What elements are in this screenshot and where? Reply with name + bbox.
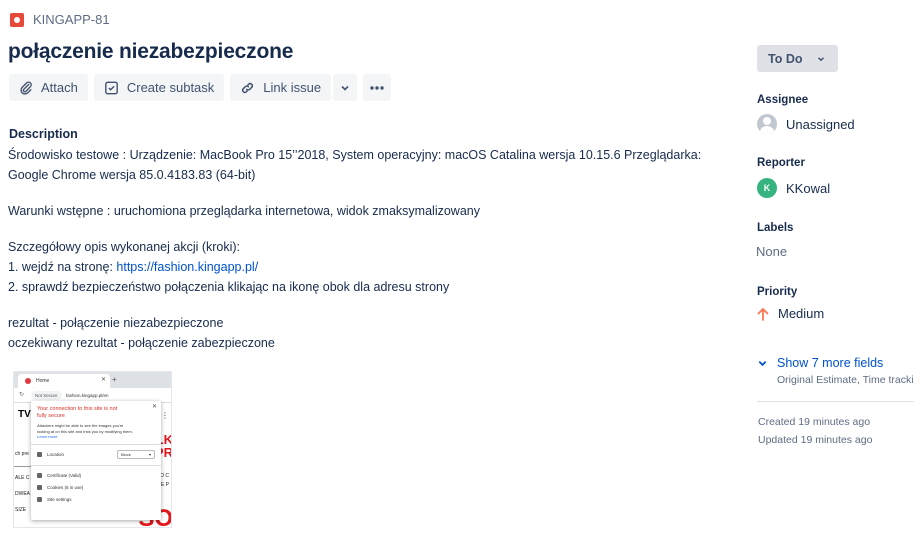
certificate-icon [37,473,42,478]
thumb-separator [31,464,161,466]
thumb-not-secure-badge: Not Secure [31,391,62,400]
issue-key[interactable]: KINGAPP-81 [33,12,110,27]
chevron-down-icon [758,360,767,366]
preconditions-text: Warunki wstępne : uruchomiona przeglądar… [8,204,480,218]
link-icon [242,82,254,93]
thumb-warning: Your connection to this site is not full… [37,406,118,419]
show-more-fields-button[interactable]: Show 7 more fields [757,356,883,370]
thumb-site-settings-label: Site settings [47,497,72,502]
issue-toolbar: Attach Create subtask Link issue [9,74,392,101]
reporter-field[interactable]: K KKowal [757,178,830,198]
thumb-separator [31,443,161,445]
more-icon [370,85,384,90]
thumb-url: fashion.kingapp.pl/en [66,393,109,398]
attach-label: Attach [41,80,78,95]
thumb-text-1: ch pre [15,451,29,457]
location-icon [37,452,42,457]
step-2-text: 2. sprawdź bezpieczeństwo połączenia kli… [8,280,450,294]
close-icon: ✕ [151,404,157,410]
priority-value: Medium [778,306,825,321]
thumb-tab: Home ✕ [18,374,110,388]
step-1-prefix: 1. wejdź na stronę: [8,260,117,274]
thumb-learn-more: Learn more [37,434,58,439]
updated-timestamp: Updated 19 minutes ago [758,434,873,446]
chevron-down-icon: ▾ [148,452,151,457]
more-actions-button[interactable] [363,74,392,101]
labels-label: Labels [757,222,794,234]
thumb-location-label: Location [47,452,65,457]
assignee-field[interactable]: Unassigned [757,114,855,134]
results-block: rezultat - połączenie niezabezpieczone o… [8,313,728,353]
thumb-site-settings-row: Site settings [37,494,155,506]
thumb-text-2: ALE C [15,475,30,481]
thumb-tab-title: Home [36,378,50,384]
issue-key-breadcrumb[interactable]: KINGAPP-81 [10,12,110,27]
thumb-menu-icon: ⋮ [161,411,169,420]
reporter-value: KKowal [786,180,831,196]
thumb-security-popup: ✕ Your connection to this site is not fu… [31,401,161,520]
description-heading: Description [9,127,78,141]
steps-heading: Szczegółowy opis wykonanej akcji (kroki)… [8,240,241,254]
thumb-cookies-label: Cookies (6 in use) [47,485,84,490]
thumb-block-select: Block ▾ [117,450,155,459]
assignee-value: Unassigned [786,116,855,132]
thumb-logo: TV [18,409,31,420]
chevron-down-icon [341,85,349,91]
gear-icon [37,497,42,502]
arrow-up-icon [757,307,769,321]
create-subtask-button[interactable]: Create subtask [93,74,225,101]
sidebar-divider [757,401,914,402]
priority-field[interactable]: Medium [757,306,824,321]
link-issue-button[interactable]: Link issue [230,74,332,101]
reporter-avatar: K [757,178,777,198]
unassigned-avatar-icon [757,114,777,134]
show-more-subtitle: Original Estimate, Time tracking [777,374,914,386]
link-issue-dropdown-button[interactable] [333,74,358,101]
create-subtask-label: Create subtask [126,80,215,95]
thumb-warning-detail: Attackers might be able to see the image… [37,423,137,440]
actual-result: rezultat - połączenie niezabezpieczone [8,316,224,330]
link-issue-group: Link issue [230,74,358,101]
status-dropdown-button[interactable]: To Do [757,45,838,72]
chevron-down-icon [818,56,825,61]
thumb-tab-strip: Home ✕ + [14,372,171,388]
thumb-divider [14,466,32,467]
labels-value[interactable]: None [756,244,787,259]
attachment-thumbnail[interactable]: Home ✕ + ↻ Not Secure fashion.kingapp.pl… [13,371,172,528]
reporter-label: Reporter [757,157,805,169]
thumb-certificate-row: Certificate (Valid) [37,470,155,482]
priority-label: Priority [757,286,798,298]
thumb-warning-text: Attackers might be able to see the image… [37,423,133,434]
created-timestamp: Created 19 minutes ago [758,416,871,428]
link-issue-label: Link issue [263,80,322,95]
thumb-text-4: SIZE [15,507,27,513]
thumb-certificate-label: Certificate (Valid) [47,473,82,478]
steps-block: Szczegółowy opis wykonanej akcji (kroki)… [8,237,728,297]
reload-icon: ↻ [19,392,25,398]
thumb-cookies-row: Cookies (6 in use) [37,482,155,494]
show-more-label: Show 7 more fields [777,356,884,370]
status-label: To Do [768,51,803,66]
issue-summary[interactable]: połączenie niezabezpieczone [8,40,293,64]
attach-button[interactable]: Attach [9,74,88,101]
assignee-label: Assignee [757,94,809,106]
expected-result: oczekiwany rezultat - połączenie zabezpi… [8,336,275,350]
plus-icon: + [112,375,117,384]
close-icon: ✕ [100,377,106,383]
step-1-link[interactable]: https://fashion.kingapp.pl/ [116,260,258,274]
thumb-block-value: Block [121,452,131,457]
thumb-location-row: Location Block ▾ [37,449,155,461]
description-body[interactable]: Środowisko testowe : Urządzenie: MacBook… [8,145,728,369]
thumb-text-3: DWEA [15,491,30,497]
bug-icon [10,12,24,27]
cookie-icon [37,485,42,490]
environment-text: Środowisko testowe : Urządzenie: MacBook… [8,148,702,182]
paperclip-icon [20,80,32,95]
subtask-icon [104,81,118,94]
